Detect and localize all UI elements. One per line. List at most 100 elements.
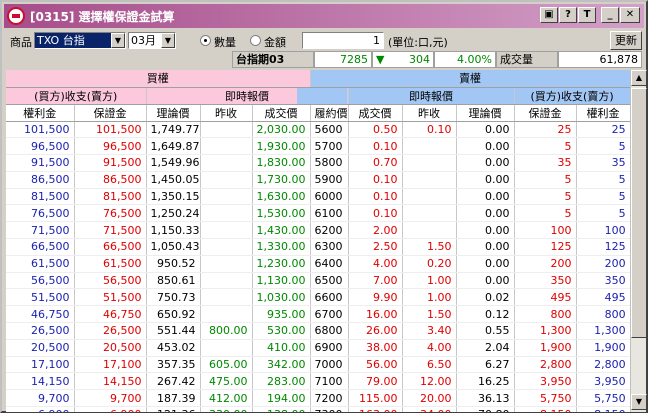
cell-put-premium: 2,800 bbox=[576, 356, 630, 374]
cell-put-margin: 2,800 bbox=[514, 356, 577, 374]
cell-call-last: 1,130.00 bbox=[252, 272, 311, 290]
table-row[interactable]: 26,500 26,500 551.44 800.00 530.00 6800 26.00 3… bbox=[6, 322, 630, 340]
col-header-call-margin[interactable]: 保證金 bbox=[74, 104, 147, 122]
table-row[interactable]: 71,500 71,500 1,150.33 1,430.00 6200 2.00 0.00… bbox=[6, 221, 630, 240]
cell-put-theo: 6.27 bbox=[456, 356, 515, 374]
cell-put-margin: 125 bbox=[514, 238, 577, 256]
table-row[interactable]: 51,500 51,500 750.73 1,030.00 6600 9.90 1.00 0.… bbox=[6, 288, 630, 307]
scroll-down-icon[interactable]: ▼ bbox=[631, 394, 647, 410]
cell-put-margin: 100 bbox=[514, 221, 577, 240]
cell-put-last: 0.10 bbox=[348, 204, 403, 223]
cell-call-theo: 650.92 bbox=[146, 305, 201, 324]
table-row[interactable]: 20,500 20,500 453.02 410.00 6900 38.00 4.00 2.0… bbox=[6, 339, 630, 357]
index-pct: 4.00% bbox=[434, 51, 496, 68]
down-arrow-icon: ▼ bbox=[376, 53, 385, 66]
cell-strike: 7300 bbox=[310, 406, 349, 412]
help-icon[interactable]: ? bbox=[559, 7, 577, 23]
cell-call-premium: 71,500 bbox=[6, 221, 75, 240]
table-row[interactable]: 86,500 86,500 1,450.05 1,730.00 5900 0.10 0.00… bbox=[6, 171, 630, 189]
cell-put-prev: 4.00 bbox=[402, 339, 457, 357]
restore-link-icon[interactable]: ▣ bbox=[540, 7, 558, 23]
cell-call-last: 1,430.00 bbox=[252, 221, 311, 240]
cell-call-prev bbox=[200, 238, 253, 256]
index-change: ▼ 304 bbox=[372, 51, 434, 68]
cell-call-prev bbox=[200, 272, 253, 290]
col-header-put-theo[interactable]: 理論價 bbox=[456, 104, 515, 122]
table-row[interactable]: 61,500 61,500 950.52 1,230.00 6400 4.00 0.20 0.… bbox=[6, 255, 630, 273]
table-row[interactable]: 76,500 76,500 1,250.24 1,530.00 6100 0.10 0.00… bbox=[6, 204, 630, 223]
cell-call-last: 138.00 bbox=[252, 406, 311, 412]
table-row[interactable]: 91,500 91,500 1,549.96 1,830.00 5800 0.70 0.00… bbox=[6, 154, 630, 172]
app-logo-icon bbox=[7, 7, 25, 25]
cell-call-margin: 101,500 bbox=[74, 121, 147, 139]
minimize-button[interactable]: _ bbox=[601, 7, 619, 23]
cell-call-prev bbox=[200, 188, 253, 206]
radio-quantity[interactable] bbox=[200, 35, 211, 46]
cell-call-margin: 9,700 bbox=[74, 389, 147, 408]
cell-call-premium: 76,500 bbox=[6, 204, 75, 223]
cell-put-theo: 0.00 bbox=[456, 221, 515, 240]
cell-call-theo: 357.35 bbox=[146, 356, 201, 374]
col-header-put-prev[interactable]: 昨收 bbox=[402, 104, 457, 122]
col-header-put-last[interactable]: 成交價 bbox=[348, 104, 403, 122]
month-select[interactable]: 03月 ▼ bbox=[128, 32, 176, 49]
col-header-strike[interactable]: 履約價 bbox=[310, 104, 349, 122]
col-header-put-margin[interactable]: 保證金 bbox=[514, 104, 577, 122]
cell-put-margin: 495 bbox=[514, 288, 577, 307]
scroll-up-icon[interactable]: ▲ bbox=[631, 70, 647, 86]
topmost-icon[interactable]: T bbox=[578, 7, 596, 23]
col-header-call-prev[interactable]: 昨收 bbox=[200, 104, 253, 122]
table-row[interactable]: 96,500 96,500 1,649.87 1,930.00 5700 0.10 0.00… bbox=[6, 137, 630, 156]
cell-call-prev: 800.00 bbox=[200, 322, 253, 340]
cell-call-prev bbox=[200, 154, 253, 172]
cell-call-premium: 101,500 bbox=[6, 121, 75, 139]
cell-put-premium: 5 bbox=[576, 204, 630, 223]
cell-put-last: 0.10 bbox=[348, 171, 403, 189]
cell-put-premium: 1,900 bbox=[576, 339, 630, 357]
table-row[interactable]: 14,150 14,150 267.42 475.00 283.00 7100 79.00 1… bbox=[6, 372, 630, 391]
radio-amount[interactable] bbox=[250, 35, 261, 46]
table-row[interactable]: 9,700 9,700 187.39 412.00 194.00 7200 115.00 20… bbox=[6, 389, 630, 408]
close-button[interactable]: ✕ bbox=[620, 7, 640, 23]
cell-put-margin: 1,300 bbox=[514, 322, 577, 340]
scroll-thumb[interactable] bbox=[631, 88, 647, 338]
table-row[interactable]: 46,750 46,750 650.92 935.00 6700 16.00 1.50 0.1… bbox=[6, 305, 630, 324]
cell-strike: 5700 bbox=[310, 137, 349, 156]
product-select[interactable]: TXO 台指 ▼ bbox=[34, 32, 126, 49]
chevron-down-icon: ▼ bbox=[111, 33, 125, 48]
table-row[interactable]: 56,500 56,500 850.61 1,130.00 6500 7.00 1.00 0.… bbox=[6, 272, 630, 290]
cell-put-margin: 5 bbox=[514, 204, 577, 223]
refresh-button[interactable]: 更新 bbox=[610, 31, 642, 50]
table-row[interactable]: 6,9006,900121.36330.00138.007300163.0034… bbox=[6, 406, 630, 412]
cell-put-last: 16.00 bbox=[348, 305, 403, 324]
cell-put-premium: 200 bbox=[576, 255, 630, 273]
cell-put-margin: 8,150 bbox=[514, 406, 577, 412]
table-row[interactable]: 66,500 66,500 1,050.43 1,330.00 6300 2.50 1.50… bbox=[6, 238, 630, 256]
cell-put-last: 9.90 bbox=[348, 288, 403, 307]
col-header-call-theo[interactable]: 理論價 bbox=[146, 104, 201, 122]
call-quote-header: 即時報價 bbox=[146, 87, 349, 105]
cell-call-premium: 96,500 bbox=[6, 137, 75, 156]
cell-call-theo: 453.02 bbox=[146, 339, 201, 357]
cell-put-theo: 0.55 bbox=[456, 322, 515, 340]
cell-call-last: 1,530.00 bbox=[252, 204, 311, 223]
cell-put-last: 163.00 bbox=[348, 406, 403, 412]
cell-call-premium: 81,500 bbox=[6, 188, 75, 206]
cell-put-theo: 0.00 bbox=[456, 121, 515, 139]
table-row[interactable]: 101,500 101,500 1,749.77 2,030.00 5600 0.50 0.… bbox=[6, 121, 630, 139]
cell-put-prev bbox=[402, 188, 457, 206]
cell-call-margin: 71,500 bbox=[74, 221, 147, 240]
table-row[interactable]: 81,500 81,500 1,350.15 1,630.00 6000 0.10 0.00… bbox=[6, 188, 630, 206]
index-change-value: 304 bbox=[409, 53, 430, 66]
cell-put-last: 56.00 bbox=[348, 356, 403, 374]
col-header-call-premium[interactable]: 權利金 bbox=[6, 104, 75, 122]
quantity-input[interactable]: 1 bbox=[302, 32, 384, 49]
cell-strike: 6900 bbox=[310, 339, 349, 357]
cell-put-last: 115.00 bbox=[348, 389, 403, 408]
table-row[interactable]: 17,100 17,100 357.35 605.00 342.00 7000 56.00 6… bbox=[6, 356, 630, 374]
col-header-put-premium[interactable]: 權利金 bbox=[576, 104, 630, 122]
col-header-call-last[interactable]: 成交價 bbox=[252, 104, 311, 122]
vertical-scrollbar[interactable]: ▲ ▼ bbox=[630, 70, 647, 412]
cell-put-margin: 35 bbox=[514, 154, 577, 172]
cell-call-last: 1,730.00 bbox=[252, 171, 311, 189]
